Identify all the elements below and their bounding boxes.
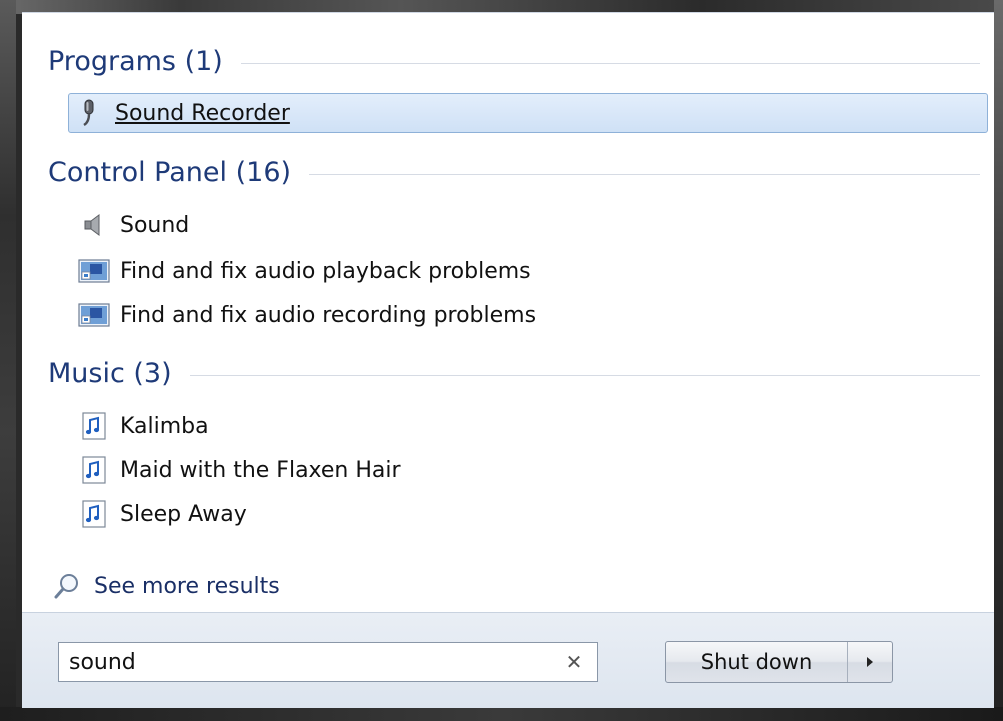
result-item-label: Find and fix audio playback problems [120, 258, 531, 284]
group-title-programs: Programs (1) [48, 45, 223, 77]
see-more-results-link[interactable]: See more results [52, 568, 280, 604]
search-results-panel: Programs (1) Sound Recorder Control Pane… [22, 12, 994, 613]
group-divider [189, 374, 980, 376]
group-header-control-panel: Control Panel (16) [48, 154, 980, 190]
group-title-control-panel: Control Panel (16) [48, 156, 292, 188]
result-item-label: Sound Recorder [115, 100, 290, 126]
group-header-music: Music (3) [48, 355, 980, 391]
shutdown-button[interactable]: Shut down [666, 642, 848, 682]
chevron-right-icon [865, 653, 875, 672]
result-item-label: Find and fix audio recording problems [120, 302, 537, 328]
music-file-icon [78, 410, 110, 442]
window-frame-left [0, 0, 16, 721]
result-item-fix-playback[interactable]: Find and fix audio playback problems [74, 251, 980, 291]
shutdown-options-button[interactable] [848, 642, 892, 682]
troubleshoot-icon [78, 299, 110, 331]
music-file-icon [78, 498, 110, 530]
search-box[interactable]: ✕ [58, 642, 598, 682]
clear-icon[interactable]: ✕ [559, 647, 589, 677]
see-more-results-label: See more results [94, 573, 280, 599]
group-divider [309, 173, 980, 175]
shutdown-label: Shut down [700, 650, 813, 674]
group-divider [240, 62, 980, 64]
result-item-sound[interactable]: Sound [74, 205, 980, 245]
window-frame-right [994, 0, 1003, 721]
window-frame-bottom [0, 707, 1003, 721]
magnifier-icon [52, 571, 82, 601]
troubleshoot-icon [78, 255, 110, 287]
speaker-icon [78, 209, 110, 241]
group-header-programs: Programs (1) [48, 43, 980, 79]
result-item-kalimba[interactable]: Kalimba [74, 406, 980, 446]
search-input[interactable] [59, 648, 551, 676]
group-title-music: Music (3) [48, 357, 172, 389]
result-item-maid-flaxen-hair[interactable]: Maid with the Flaxen Hair [74, 450, 980, 490]
result-item-label: Maid with the Flaxen Hair [120, 457, 401, 483]
result-item-label: Sound [120, 212, 190, 238]
shutdown-split-button: Shut down [665, 641, 893, 683]
microphone-icon [73, 97, 105, 129]
result-item-sleep-away[interactable]: Sleep Away [74, 494, 980, 534]
result-item-sound-recorder[interactable]: Sound Recorder [68, 93, 988, 133]
result-item-label: Kalimba [120, 413, 209, 439]
start-menu-footer: ✕ Shut down [22, 612, 994, 708]
music-file-icon [78, 454, 110, 486]
result-item-fix-recording[interactable]: Find and fix audio recording problems [74, 295, 980, 335]
result-item-label: Sleep Away [120, 501, 247, 527]
